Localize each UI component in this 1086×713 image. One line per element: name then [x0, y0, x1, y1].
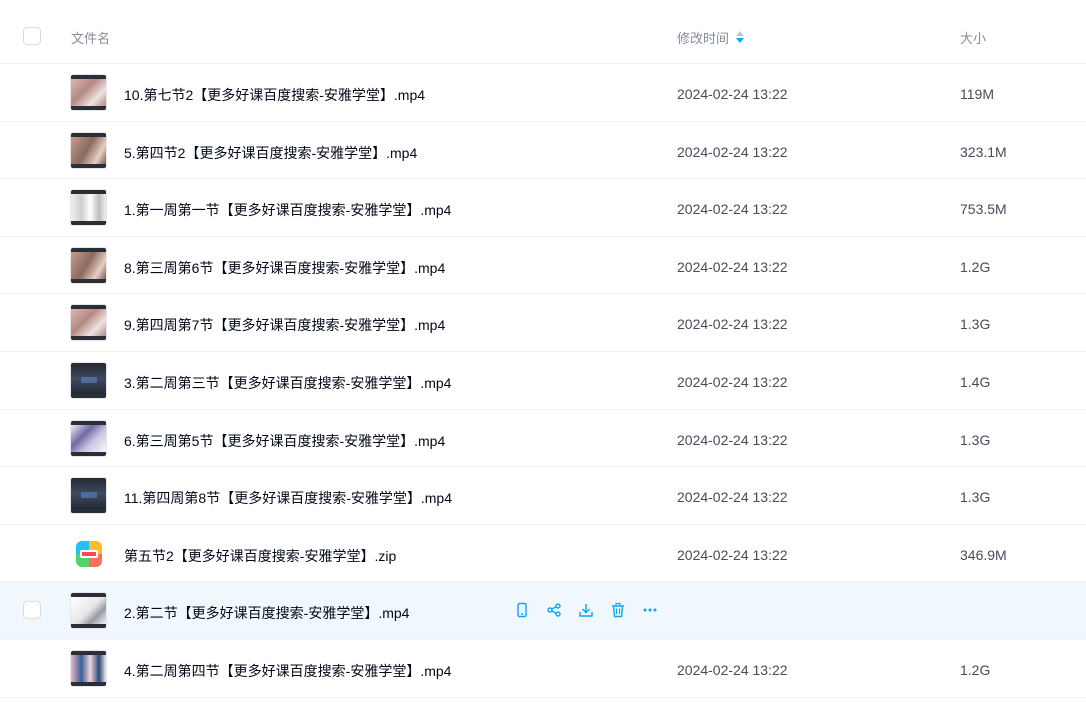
file-size: 323.1M	[960, 143, 1007, 160]
file-modified-time: 2024-02-24 13:22	[677, 373, 788, 390]
zip-file-icon	[76, 540, 102, 567]
file-size: 1.2G	[960, 661, 991, 678]
file-size: 753.5M	[960, 201, 1007, 218]
column-header-size[interactable]: 大小	[960, 28, 986, 47]
file-modified-time: 2024-02-24 13:22	[677, 316, 788, 333]
video-thumbnail[interactable]	[70, 592, 107, 630]
select-all-checkbox[interactable]	[23, 27, 41, 45]
file-modified-time: 2024-02-24 13:22	[677, 431, 788, 448]
file-size: 1.2G	[960, 258, 991, 275]
download-icon[interactable]	[576, 600, 596, 620]
more-icon[interactable]	[640, 600, 660, 620]
phone-icon[interactable]	[512, 600, 532, 620]
file-modified-time: 2024-02-24 13:22	[677, 201, 788, 218]
file-modified-time: 2024-02-24 13:22	[677, 143, 788, 160]
file-list-header: 文件名 修改时间 大小	[0, 0, 1086, 64]
file-row[interactable]: 第五节2【更多好课百度搜索-安雅学堂】.zip 2024-02-24 13:22 3…	[0, 525, 1086, 583]
video-thumbnail[interactable]	[70, 304, 107, 342]
file-modified-time: 2024-02-24 13:22	[677, 489, 788, 506]
file-modified-time: 2024-02-24 13:22	[677, 546, 788, 563]
file-row[interactable]: 2.第二节【更多好课百度搜索-安雅学堂】.mp4	[0, 582, 1086, 640]
file-modified-time: 2024-02-24 13:22	[677, 661, 788, 678]
column-header-name[interactable]: 文件名	[71, 28, 110, 47]
file-name[interactable]: 6.第三周第5节【更多好课百度搜索-安雅学堂】.mp4	[124, 431, 445, 451]
file-name[interactable]: 1.第一周第一节【更多好课百度搜索-安雅学堂】.mp4	[124, 200, 451, 220]
file-name[interactable]: 8.第三周第6节【更多好课百度搜索-安雅学堂】.mp4	[124, 258, 445, 278]
file-name[interactable]: 10.第七节2【更多好课百度搜索-安雅学堂】.mp4	[124, 85, 425, 105]
file-row[interactable]: 6.第三周第5节【更多好课百度搜索-安雅学堂】.mp4 2024-02-24 13…	[0, 410, 1086, 468]
file-row[interactable]: 4.第二周第四节【更多好课百度搜索-安雅学堂】.mp4 2024-02-24 13…	[0, 640, 1086, 698]
video-thumbnail[interactable]	[70, 649, 107, 687]
row-actions	[512, 600, 660, 620]
file-name[interactable]: 3.第二周第三节【更多好课百度搜索-安雅学堂】.mp4	[124, 373, 451, 393]
file-name[interactable]: 4.第二周第四节【更多好课百度搜索-安雅学堂】.mp4	[124, 661, 451, 681]
file-size: 1.3G	[960, 489, 991, 506]
delete-icon[interactable]	[608, 600, 628, 620]
file-modified-time: 2024-02-24 13:22	[677, 86, 788, 102]
file-size: 1.4G	[960, 373, 991, 390]
file-row[interactable]: 10.第七节2【更多好课百度搜索-安雅学堂】.mp4 2024-02-24 13:…	[0, 64, 1086, 122]
share-icon[interactable]	[544, 600, 564, 620]
video-thumbnail[interactable]	[70, 74, 107, 111]
file-size: 1.3G	[960, 316, 991, 333]
sort-icon[interactable]	[735, 30, 745, 45]
file-row[interactable]: 8.第三周第6节【更多好课百度搜索-安雅学堂】.mp4 2024-02-24 13…	[0, 237, 1086, 295]
file-row[interactable]: 1.第一周第一节【更多好课百度搜索-安雅学堂】.mp4 2024-02-24 13…	[0, 179, 1086, 237]
row-checkbox[interactable]	[23, 601, 41, 620]
file-row[interactable]: 11.第四周第8节【更多好课百度搜索-安雅学堂】.mp4 2024-02-24 1…	[0, 467, 1086, 525]
video-thumbnail[interactable]	[70, 361, 107, 399]
file-list: 10.第七节2【更多好课百度搜索-安雅学堂】.mp4 2024-02-24 13:…	[0, 64, 1086, 698]
file-size: 1.3G	[960, 431, 991, 448]
file-name[interactable]: 2.第二节【更多好课百度搜索-安雅学堂】.mp4	[124, 603, 409, 623]
file-name[interactable]: 第五节2【更多好课百度搜索-安雅学堂】.zip	[124, 546, 396, 566]
file-name[interactable]: 9.第四周第7节【更多好课百度搜索-安雅学堂】.mp4	[124, 315, 445, 335]
video-thumbnail[interactable]	[70, 246, 107, 284]
video-thumbnail[interactable]	[70, 419, 107, 457]
column-header-time[interactable]: 修改时间	[677, 28, 745, 47]
file-name[interactable]: 11.第四周第8节【更多好课百度搜索-安雅学堂】.mp4	[124, 488, 452, 508]
file-size: 346.9M	[960, 546, 1007, 563]
file-row[interactable]: 3.第二周第三节【更多好课百度搜索-安雅学堂】.mp4 2024-02-24 13…	[0, 352, 1086, 410]
video-thumbnail[interactable]	[70, 477, 107, 515]
file-name[interactable]: 5.第四节2【更多好课百度搜索-安雅学堂】.mp4	[124, 143, 417, 163]
video-thumbnail[interactable]	[70, 189, 107, 227]
column-header-time-label: 修改时间	[677, 31, 730, 46]
file-size: 119M	[960, 86, 994, 102]
file-row[interactable]: 5.第四节2【更多好课百度搜索-安雅学堂】.mp4 2024-02-24 13:2…	[0, 122, 1086, 180]
file-row[interactable]: 9.第四周第7节【更多好课百度搜索-安雅学堂】.mp4 2024-02-24 13…	[0, 294, 1086, 352]
file-modified-time: 2024-02-24 13:22	[677, 258, 788, 275]
video-thumbnail[interactable]	[70, 131, 107, 169]
